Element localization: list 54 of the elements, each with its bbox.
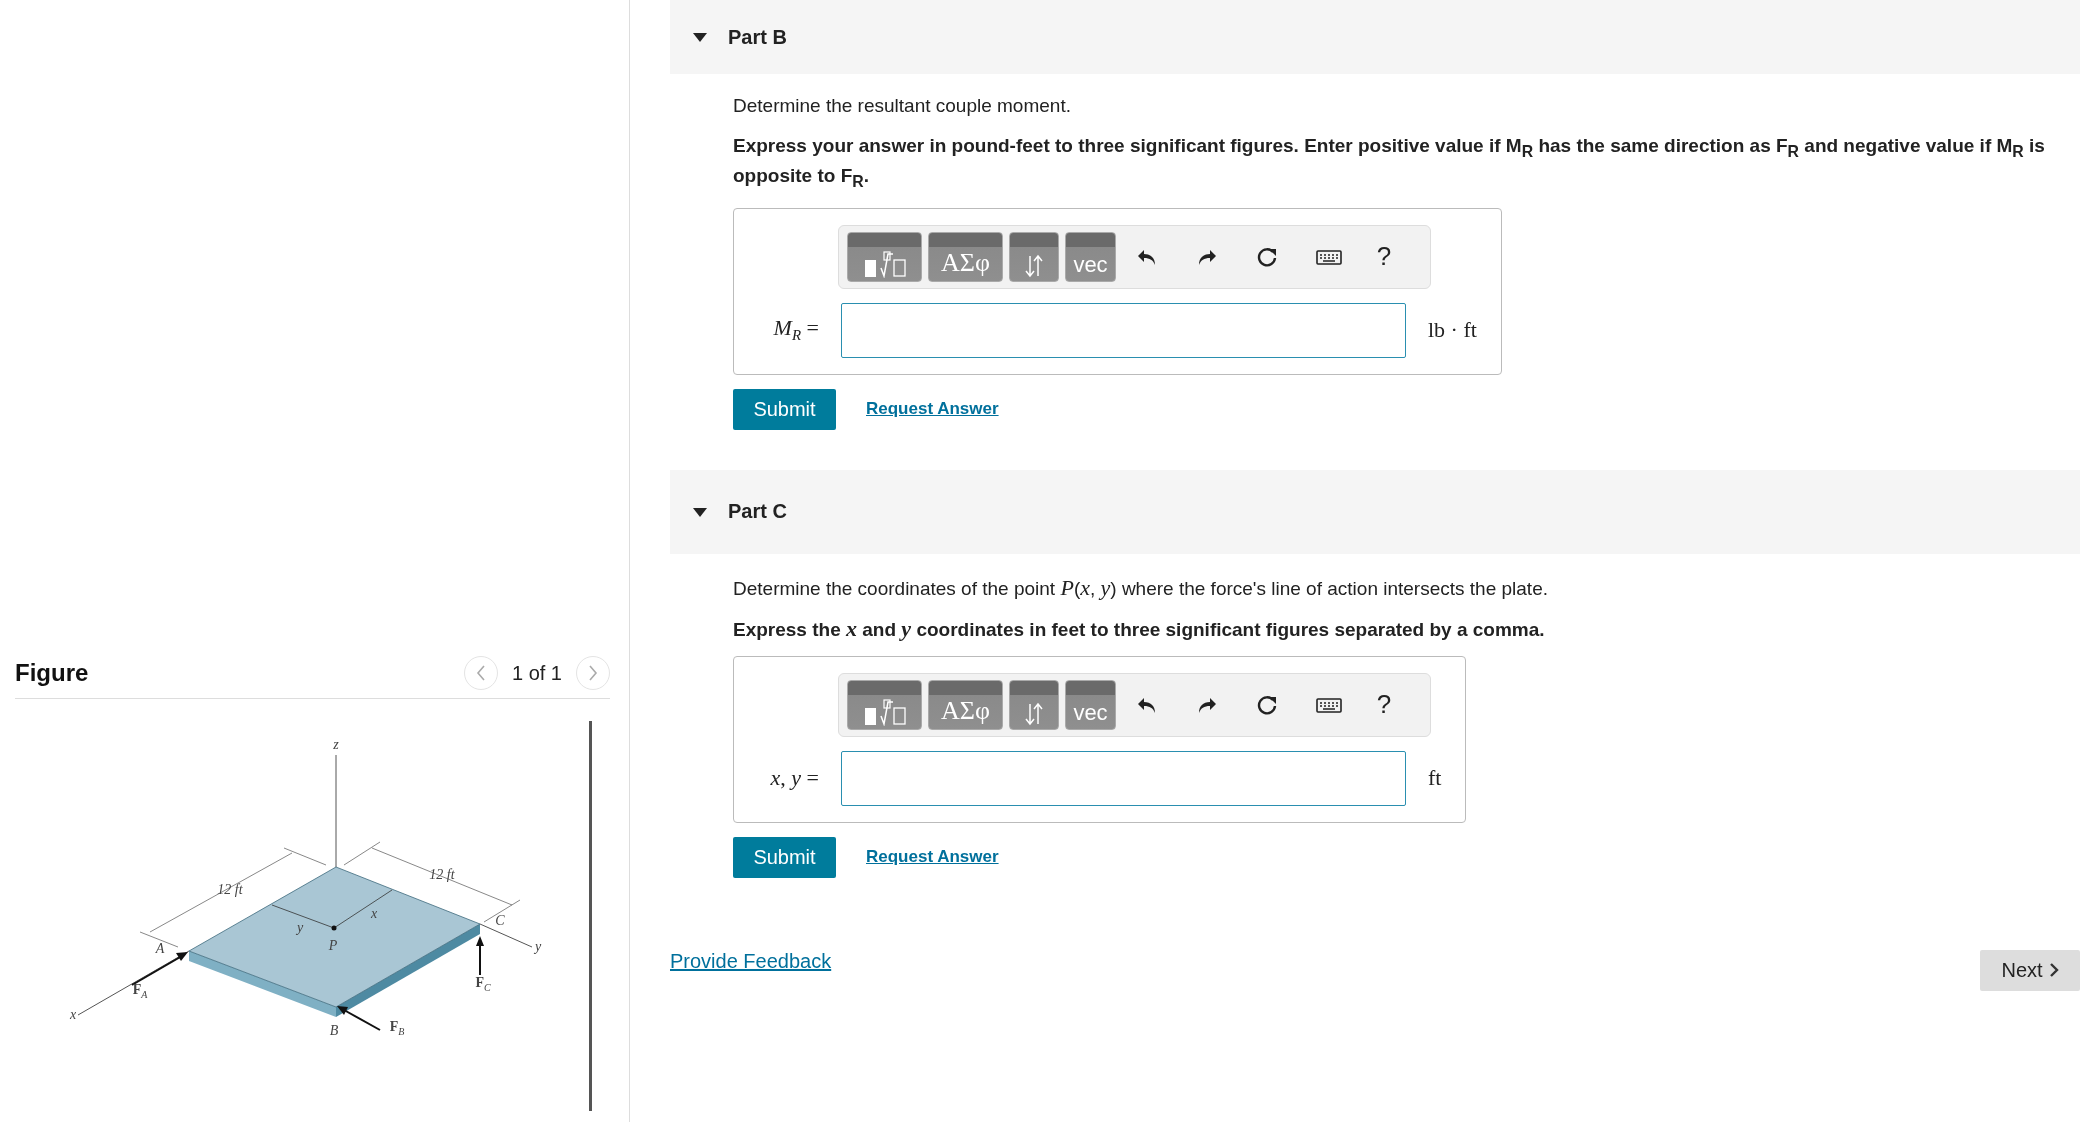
answer-input[interactable] bbox=[841, 750, 1406, 806]
part-title: Part B bbox=[728, 25, 787, 49]
answer-label: M$_{R}$ = bbox=[772, 315, 819, 345]
force-label: F$_{C}$ bbox=[475, 976, 491, 994]
force-label: F$_{A}$ bbox=[132, 983, 148, 1001]
distance-label: x bbox=[370, 906, 378, 921]
figure-title: Figure bbox=[15, 659, 89, 687]
scrollbar[interactable] bbox=[589, 721, 592, 1111]
part-header[interactable]: Part B bbox=[670, 0, 2080, 74]
templates-button[interactable] bbox=[847, 679, 922, 730]
submit-button[interactable]: Submit bbox=[733, 836, 836, 878]
arrows-button[interactable] bbox=[1009, 231, 1059, 282]
question-text: Determine the resultant couple moment. bbox=[733, 94, 1072, 118]
page-counter: 1 of 1 bbox=[511, 661, 562, 685]
part-header[interactable]: Part C bbox=[670, 469, 2080, 554]
axis-label: y bbox=[534, 939, 542, 954]
distance-label: y bbox=[296, 920, 304, 935]
part-title: Part C bbox=[728, 500, 787, 524]
help-button[interactable]: ? bbox=[1362, 689, 1406, 721]
axis-label: x bbox=[69, 1007, 77, 1022]
symbols-button[interactable]: ΑΣφ bbox=[928, 231, 1003, 282]
templates-icon bbox=[862, 697, 907, 726]
axis-label: z bbox=[333, 737, 339, 752]
arrows-icon bbox=[1023, 701, 1045, 726]
instruction-text: Express your answer in pound-feet to three significant figures. Enter positive value if M$_{R}$ has the same direction as F$_{R}$ and negative value if M$_{R}$ is opposite to F$_{R}$. bbox=[733, 134, 2046, 192]
unit-label: ft bbox=[1428, 765, 1442, 792]
force-label: F$_{B}$ bbox=[389, 1020, 405, 1038]
arrows-button[interactable] bbox=[1009, 679, 1059, 730]
vector-button[interactable]: vec bbox=[1065, 679, 1116, 730]
vector-button[interactable]: vec bbox=[1065, 231, 1116, 282]
answer-input[interactable] bbox=[841, 302, 1406, 358]
unit-label: lb · ft bbox=[1428, 317, 1477, 344]
feedback-link[interactable]: Provide Feedback bbox=[670, 949, 832, 973]
templates-button[interactable] bbox=[847, 231, 922, 282]
chevron-left-icon bbox=[474, 664, 487, 682]
question-text: Determine the coordinates of the point P(x, y) where the force's line of action intersects the plate. bbox=[733, 573, 1549, 602]
next-button[interactable]: Next bbox=[1980, 949, 2080, 991]
symbols-button[interactable]: ΑΣφ bbox=[928, 679, 1003, 730]
chevron-right-icon bbox=[587, 664, 599, 682]
request-answer-link[interactable]: Request Answer bbox=[866, 847, 999, 868]
point-label: P bbox=[328, 938, 338, 953]
instruction-text: Express the x and y coordinates in feet to three significant figures separated by a comma. bbox=[733, 616, 1546, 642]
templates-icon bbox=[862, 249, 907, 278]
point-label: B bbox=[329, 1023, 339, 1038]
point-label: C bbox=[495, 913, 505, 928]
point-label: A bbox=[155, 941, 165, 956]
dimension-label: 12 ft bbox=[429, 867, 455, 882]
answer-label: x, y = bbox=[769, 765, 819, 792]
arrows-icon bbox=[1023, 253, 1045, 278]
dimension-label: 12 ft bbox=[217, 882, 243, 897]
chevron-right-icon bbox=[2048, 963, 2059, 978]
request-answer-link[interactable]: Request Answer bbox=[866, 399, 999, 420]
help-button[interactable]: ? bbox=[1362, 241, 1406, 273]
submit-button[interactable]: Submit bbox=[733, 388, 836, 430]
